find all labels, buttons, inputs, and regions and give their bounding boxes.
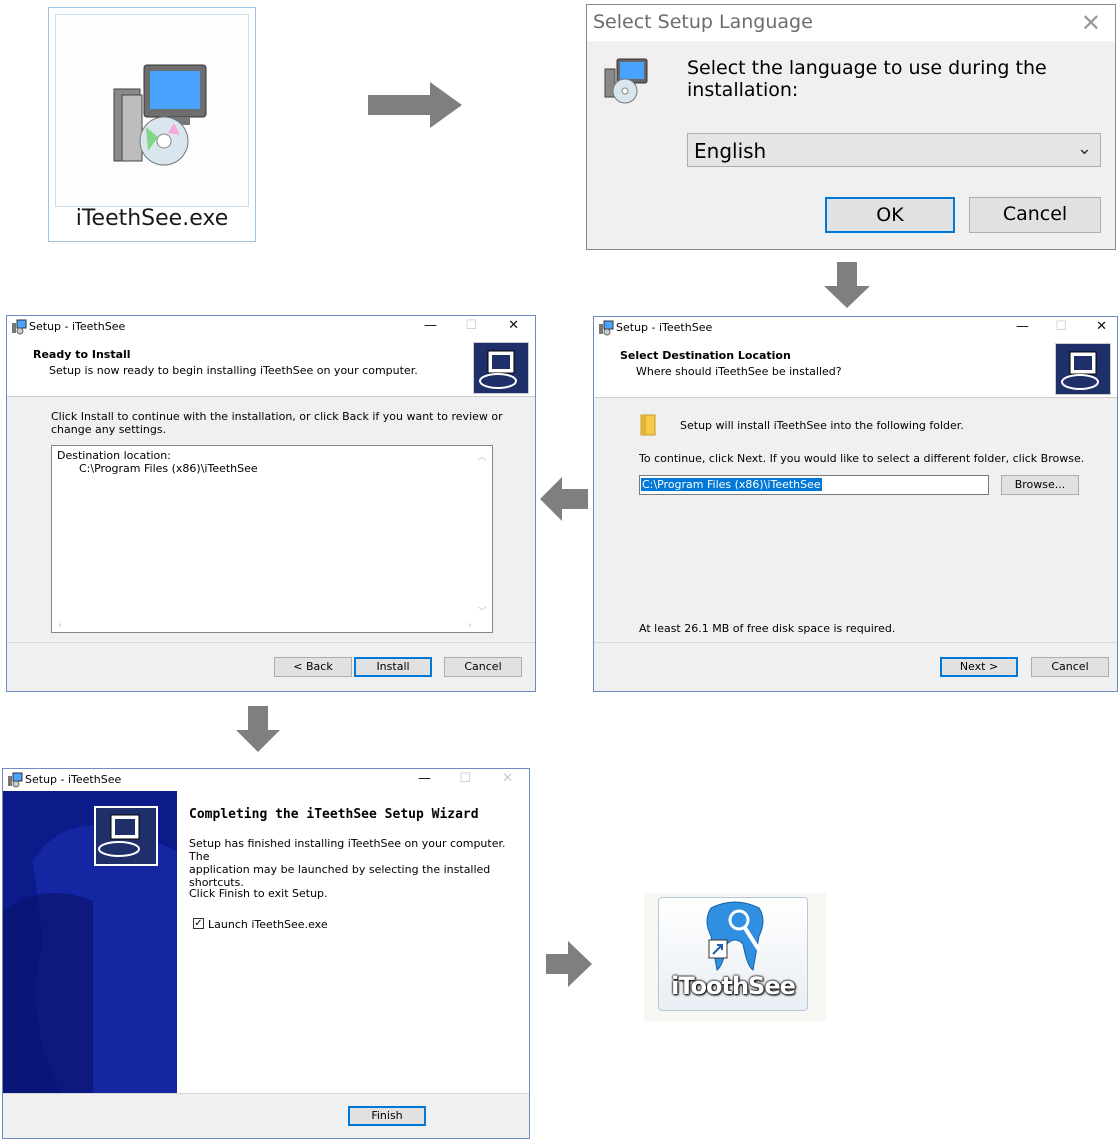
prompt-line-2: installation: (687, 79, 799, 101)
cancel-button[interactable]: Cancel (969, 197, 1101, 233)
maximize-icon: ☐ (1055, 319, 1067, 334)
message-line-2: application may be launched by selecting… (189, 863, 491, 876)
button-bar: < Back Install Cancel (7, 642, 535, 691)
instructions-line-2: change any settings. (51, 423, 167, 436)
dialog-title: Setup - iTeethSee (29, 320, 126, 333)
dialog-titlebar: Select Setup Language ✕ (587, 5, 1115, 41)
language-select[interactable]: English ⌄ (687, 133, 1101, 167)
instructions-line-1: Click Install to continue with the insta… (51, 410, 503, 423)
summary-memo[interactable]: Destination location: C:\Program Files (… (51, 445, 493, 633)
minimize-icon[interactable]: — (1016, 319, 1029, 334)
flow-arrow-down-icon (824, 262, 870, 308)
install-instructions: Click Install to continue with the insta… (51, 410, 503, 436)
dialog-titlebar: Setup - iTeethSee — ☐ ✕ (3, 769, 529, 791)
maximize-icon: ☐ (465, 318, 477, 333)
back-button[interactable]: < Back (274, 657, 352, 677)
ready-to-install-dialog: Setup - iTeethSee — ☐ ✕ Ready to Install… (6, 315, 536, 692)
flow-arrow-down-icon (236, 706, 280, 752)
dialog-titlebar: Setup - iTeethSee — ☐ ✕ (594, 317, 1117, 339)
installer-setup-icon (8, 772, 23, 788)
wizard-header: Ready to Install Setup is now ready to b… (7, 338, 535, 397)
cancel-button[interactable]: Cancel (1031, 657, 1109, 677)
installer-setup-icon (601, 55, 653, 111)
close-icon: ✕ (502, 771, 513, 786)
header-title: Select Destination Location (620, 349, 791, 362)
tooth-app-icon (706, 901, 764, 971)
continue-instructions: To continue, click Next. If you would li… (639, 452, 1085, 465)
select-language-dialog: Select Setup Language ✕ Select the langu… (586, 4, 1116, 250)
cancel-button[interactable]: Cancel (444, 657, 522, 677)
install-folder-text: Setup will install iTeethSee into the fo… (680, 419, 964, 432)
chevron-down-icon: ⌄ (1076, 138, 1092, 159)
message-line-1: Setup has finished installing iTeethSee … (189, 837, 506, 863)
button-bar: Finish (3, 1093, 529, 1138)
destination-value: C:\Program Files (x86)\iTeethSee (79, 462, 258, 475)
completion-heading: Completing the iTeethSee Setup Wizard (189, 807, 479, 822)
scroll-down-icon[interactable]: ﹀ (477, 603, 487, 618)
minimize-icon[interactable]: — (424, 318, 437, 333)
scroll-right-icon[interactable]: › (468, 620, 472, 631)
prompt-line-1: Select the language to use during the (687, 57, 1047, 79)
destination-label: Destination location: (57, 449, 171, 462)
desktop-shortcut[interactable]: iToothSee (644, 893, 826, 1021)
completion-message: Setup has finished installing iTeethSee … (189, 837, 529, 889)
minimize-icon[interactable]: — (418, 771, 431, 786)
header-subtitle: Setup is now ready to begin installing i… (49, 364, 418, 377)
destination-dialog: Setup - iTeethSee — ☐ ✕ Select Destinati… (593, 316, 1118, 692)
wizard-logo-icon (1055, 343, 1111, 395)
dialog-title: Select Setup Language (593, 11, 813, 33)
header-title: Ready to Install (33, 348, 131, 361)
folder-icon (640, 413, 656, 441)
close-icon[interactable]: ✕ (508, 318, 519, 333)
destination-path-field[interactable]: C:\Program Files (x86)\iTeethSee (639, 475, 989, 495)
dialog-title: Setup - iTeethSee (616, 321, 713, 334)
launch-label[interactable]: Launch iTeethSee.exe (208, 918, 328, 931)
shortcut-tile[interactable]: iToothSee (658, 897, 808, 1011)
finish-button[interactable]: Finish (348, 1106, 426, 1126)
wizard-logo-icon (473, 342, 529, 394)
close-icon[interactable]: ✕ (1081, 9, 1101, 37)
wizard-side-panel (3, 791, 177, 1096)
finish-dialog: Setup - iTeethSee — ☐ ✕ Completing the i… (2, 768, 530, 1139)
exit-instructions: Click Finish to exit Setup. (189, 887, 328, 900)
language-prompt: Select the language to use during the in… (687, 57, 1047, 101)
wizard-header: Select Destination Location Where should… (594, 339, 1117, 398)
scroll-up-icon[interactable]: ︿ (477, 448, 487, 463)
selected-language: English (694, 139, 767, 163)
installer-setup-icon (55, 14, 249, 207)
next-button[interactable]: Next > (940, 657, 1018, 677)
exe-file-tile[interactable]: iTeethSee.exe (48, 7, 256, 242)
ok-button[interactable]: OK (825, 197, 955, 233)
destination-path-value: C:\Program Files (x86)\iTeethSee (641, 478, 822, 491)
launch-checkbox[interactable]: ✓ (193, 918, 204, 929)
button-bar: Next > Cancel (594, 642, 1117, 691)
flow-arrow-left-icon (540, 477, 588, 521)
flow-arrow-right-icon (368, 82, 462, 128)
browse-button[interactable]: Browse... (1001, 475, 1079, 495)
header-subtitle: Where should iTeethSee be installed? (636, 365, 842, 378)
maximize-icon: ☐ (459, 771, 471, 786)
dialog-titlebar: Setup - iTeethSee — ☐ ✕ (7, 316, 535, 338)
installer-setup-icon (12, 319, 27, 335)
shortcut-label: iToothSee (671, 972, 796, 1000)
install-button[interactable]: Install (354, 657, 432, 677)
installer-setup-icon (599, 320, 614, 336)
disk-space-text: At least 26.1 MB of free disk space is r… (639, 622, 896, 635)
scroll-left-icon[interactable]: ‹ (58, 620, 62, 631)
exe-file-label: iTeethSee.exe (75, 206, 229, 231)
flow-arrow-right-icon (546, 941, 592, 987)
dialog-title: Setup - iTeethSee (25, 773, 122, 786)
close-icon[interactable]: ✕ (1096, 319, 1107, 334)
